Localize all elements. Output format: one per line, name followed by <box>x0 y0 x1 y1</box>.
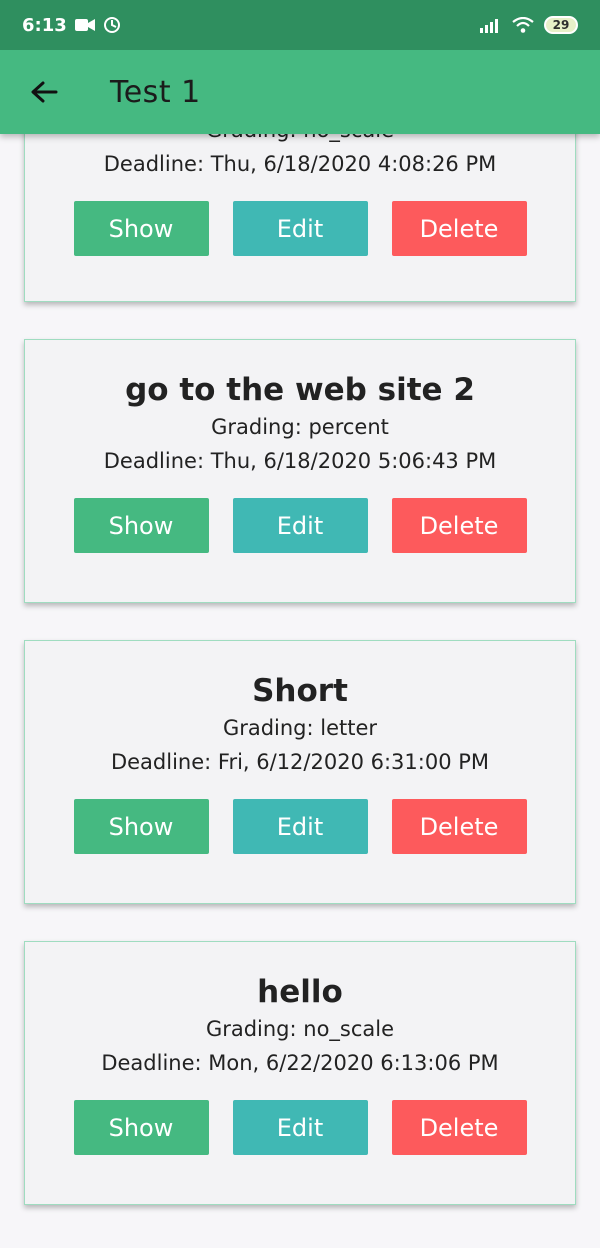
back-button[interactable] <box>24 72 64 112</box>
card-actions: Show Edit Delete <box>73 201 527 256</box>
arrow-left-icon <box>31 81 58 103</box>
page-title: Test 1 <box>110 74 201 110</box>
sync-icon <box>103 17 120 33</box>
deadline-text: Deadline: Mon, 6/22/2020 6:13:06 PM <box>101 1051 499 1075</box>
video-camera-icon <box>74 19 95 31</box>
assignment-card: go to the web site 2 Grading: percent De… <box>24 339 576 603</box>
show-button[interactable]: Show <box>73 1100 209 1155</box>
show-button[interactable]: Show <box>73 498 209 553</box>
grading-text: Grading: no_scale <box>205 1017 395 1041</box>
edit-button[interactable]: Edit <box>232 1100 368 1155</box>
deadline-text: Deadline: Fri, 6/12/2020 6:31:00 PM <box>110 750 490 774</box>
delete-button[interactable]: Delete <box>391 1100 527 1155</box>
edit-button[interactable]: Edit <box>232 498 368 553</box>
card-title: Short <box>252 673 348 709</box>
grading-text: Grading: percent <box>211 415 389 439</box>
delete-button[interactable]: Delete <box>391 799 527 854</box>
card-title: go to the web site 2 <box>125 372 475 408</box>
battery-icon: 29 <box>544 16 578 34</box>
deadline-text: Deadline: Thu, 6/18/2020 5:06:43 PM <box>103 449 497 473</box>
edit-button[interactable]: Edit <box>232 799 368 854</box>
status-bar: 6:13 29 <box>0 0 600 50</box>
show-button[interactable]: Show <box>73 799 209 854</box>
card-actions: Show Edit Delete <box>73 799 527 854</box>
delete-button[interactable]: Delete <box>391 498 527 553</box>
cellular-signal-icon <box>480 19 498 33</box>
delete-button[interactable]: Delete <box>391 201 527 256</box>
status-time: 6:13 <box>22 14 67 36</box>
app-bar: Test 1 <box>0 50 600 134</box>
status-left: 6:13 <box>22 15 121 36</box>
status-right: 29 <box>480 16 578 34</box>
show-button[interactable]: Show <box>73 201 209 256</box>
edit-button[interactable]: Edit <box>232 201 368 256</box>
wifi-icon <box>512 17 534 33</box>
card-actions: Show Edit Delete <box>73 1100 527 1155</box>
deadline-text: Deadline: Thu, 6/18/2020 4:08:26 PM <box>103 152 497 176</box>
card-title: hello <box>257 974 343 1010</box>
card-actions: Show Edit Delete <box>73 498 527 553</box>
assignment-card: Short Grading: letter Deadline: Fri, 6/1… <box>24 640 576 904</box>
assignment-card: hello Grading: no_scale Deadline: Mon, 6… <box>24 941 576 1205</box>
assignment-list[interactable]: Grading: no_scale Deadline: Thu, 6/18/20… <box>0 0 600 1248</box>
grading-text: Grading: letter <box>222 716 378 740</box>
